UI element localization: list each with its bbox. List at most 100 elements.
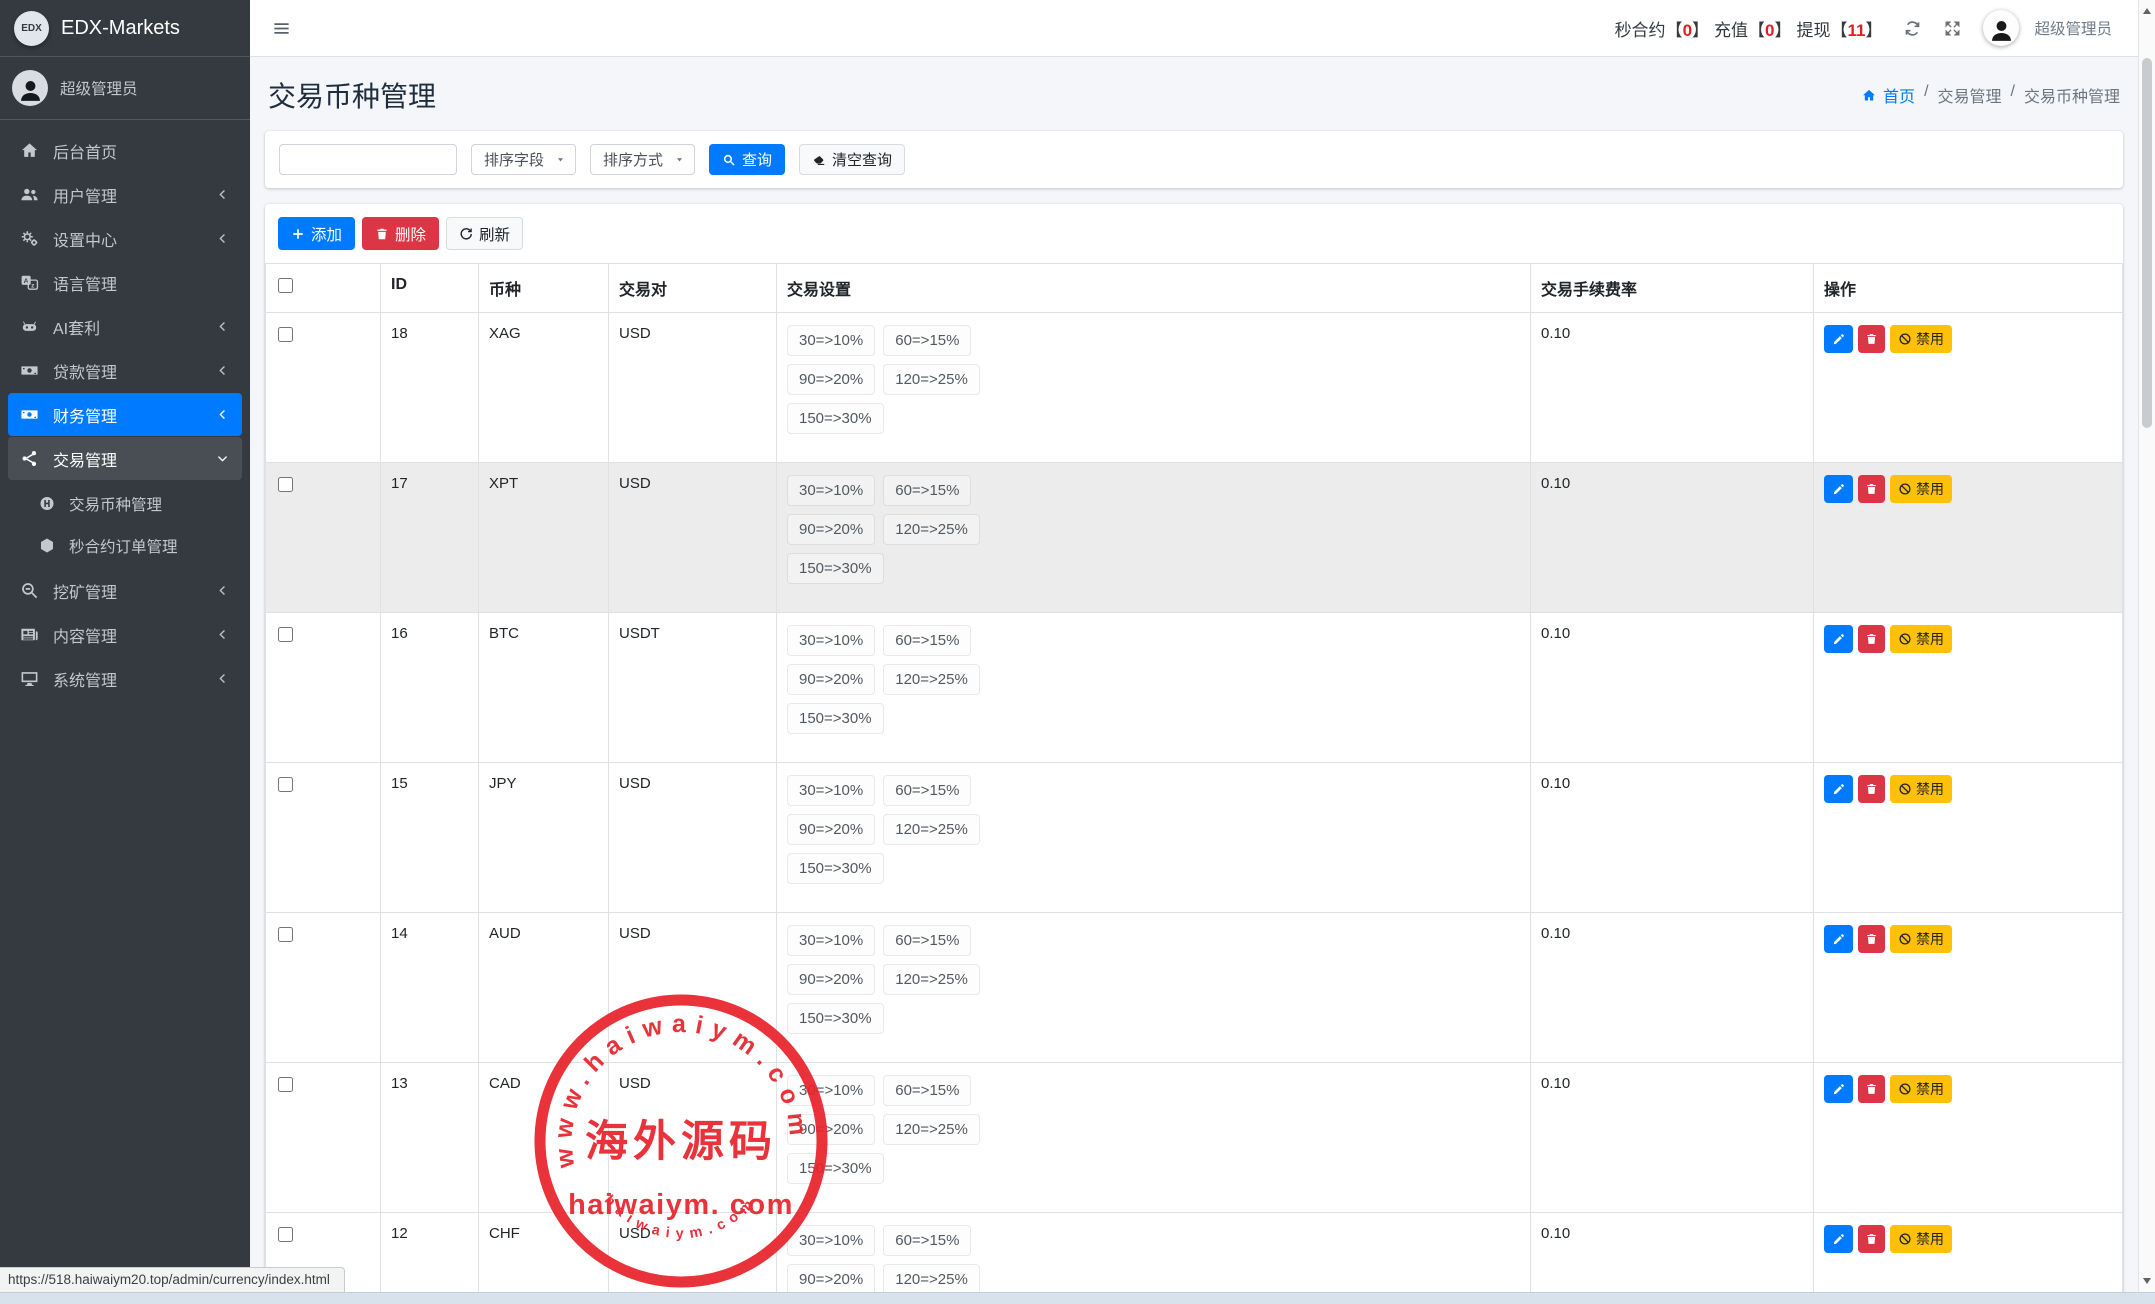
trade-setting-pill[interactable]: 60=>15%: [883, 925, 971, 956]
sidebar-item[interactable]: 财务管理: [8, 393, 242, 436]
row-checkbox[interactable]: [278, 1227, 293, 1242]
trade-setting-pill[interactable]: 30=>10%: [787, 1075, 875, 1106]
edit-button[interactable]: [1824, 475, 1853, 503]
trade-setting-pill[interactable]: 120=>25%: [883, 964, 980, 995]
trade-setting-pill[interactable]: 90=>20%: [787, 664, 875, 695]
breadcrumb-home-link[interactable]: 首页: [1861, 83, 1915, 107]
row-checkbox[interactable]: [278, 627, 293, 642]
sidebar-item[interactable]: 系统管理: [8, 657, 242, 700]
trade-setting-pill[interactable]: 60=>15%: [883, 1075, 971, 1106]
navbar-avatar[interactable]: [1983, 10, 2019, 46]
trade-setting-pill[interactable]: 30=>10%: [787, 925, 875, 956]
row-checkbox[interactable]: [278, 477, 293, 492]
edit-button[interactable]: [1824, 625, 1853, 653]
sidebar-item[interactable]: 贷款管理: [8, 349, 242, 392]
row-actions: 禁用: [1824, 925, 2112, 953]
sidebar-item[interactable]: 用户管理: [8, 173, 242, 216]
trade-setting-pill[interactable]: 90=>20%: [787, 364, 875, 395]
disable-button[interactable]: 禁用: [1890, 475, 1952, 503]
scroll-down-arrow[interactable]: [2143, 1278, 2151, 1284]
trade-setting-pill[interactable]: 30=>10%: [787, 1225, 875, 1256]
sidebar-subitem[interactable]: 交易币种管理: [8, 483, 242, 524]
trade-setting-pill[interactable]: 90=>20%: [787, 814, 875, 845]
trade-setting-pill[interactable]: 90=>20%: [787, 1264, 875, 1292]
trade-setting-pill[interactable]: 90=>20%: [787, 1114, 875, 1145]
trade-setting-pill[interactable]: 90=>20%: [787, 514, 875, 545]
brand[interactable]: EDX EDX-Markets: [0, 0, 250, 57]
trade-setting-pill[interactable]: 30=>10%: [787, 475, 875, 506]
horizontal-scrollbar[interactable]: [0, 1292, 2155, 1304]
trade-setting-pill[interactable]: 60=>15%: [883, 775, 971, 806]
trade-setting-pill[interactable]: 150=>30%: [787, 1003, 884, 1034]
sidebar-item[interactable]: 交易管理: [8, 437, 242, 480]
trade-setting-pill[interactable]: 120=>25%: [883, 664, 980, 695]
trade-setting-pill[interactable]: 150=>30%: [787, 1153, 884, 1184]
row-checkbox[interactable]: [278, 327, 293, 342]
delete-row-button[interactable]: [1858, 925, 1885, 953]
disable-button[interactable]: 禁用: [1890, 1225, 1952, 1253]
ban-icon: [1898, 632, 1912, 646]
trade-setting-pill[interactable]: 60=>15%: [883, 1225, 971, 1256]
disable-button[interactable]: 禁用: [1890, 1075, 1952, 1103]
scroll-up-arrow[interactable]: [2143, 8, 2151, 14]
sort-order-select[interactable]: 排序方式: [590, 144, 695, 175]
scrollbar-thumb[interactable]: [2142, 58, 2152, 428]
menu-toggle-icon[interactable]: [272, 19, 291, 38]
sidebar-item[interactable]: AI套利: [8, 305, 242, 348]
edit-button[interactable]: [1824, 1225, 1853, 1253]
navbar-stats[interactable]: 秒合约【0】充值【0】提现【11】: [1615, 16, 1883, 41]
clear-search-button[interactable]: 清空查询: [799, 144, 905, 175]
delete-row-button[interactable]: [1858, 1075, 1885, 1103]
sidebar-item[interactable]: 挖矿管理: [8, 569, 242, 612]
trade-setting-pill[interactable]: 90=>20%: [787, 964, 875, 995]
sort-field-select[interactable]: 排序字段: [471, 144, 576, 175]
row-checkbox[interactable]: [278, 1077, 293, 1092]
edit-button[interactable]: [1824, 925, 1853, 953]
disable-button[interactable]: 禁用: [1890, 325, 1952, 353]
trade-setting-pill[interactable]: 150=>30%: [787, 853, 884, 884]
disable-button[interactable]: 禁用: [1890, 625, 1952, 653]
delete-row-button[interactable]: [1858, 475, 1885, 503]
delete-row-button[interactable]: [1858, 325, 1885, 353]
trade-setting-pill[interactable]: 150=>30%: [787, 553, 884, 584]
sidebar-item[interactable]: 内容管理: [8, 613, 242, 656]
search-input[interactable]: [279, 144, 457, 175]
edit-button[interactable]: [1824, 775, 1853, 803]
sidebar-item[interactable]: Az语言管理: [8, 261, 242, 304]
edit-button[interactable]: [1824, 325, 1853, 353]
sidebar-subitem[interactable]: 秒合约订单管理: [8, 525, 242, 566]
trade-setting-pill[interactable]: 150=>30%: [787, 403, 884, 434]
trade-setting-pill[interactable]: 60=>15%: [883, 475, 971, 506]
delete-row-button[interactable]: [1858, 625, 1885, 653]
search-button[interactable]: 查询: [709, 144, 785, 175]
sidebar-item[interactable]: 设置中心: [8, 217, 242, 260]
add-button[interactable]: 添加: [278, 217, 355, 250]
delete-row-button[interactable]: [1858, 1225, 1885, 1253]
refresh-button[interactable]: 刷新: [446, 217, 523, 250]
trade-setting-pill[interactable]: 120=>25%: [883, 814, 980, 845]
navbar-user-name[interactable]: 超级管理员: [2034, 17, 2112, 39]
vertical-scrollbar[interactable]: [2138, 0, 2155, 1292]
trade-setting-pill[interactable]: 120=>25%: [883, 1264, 980, 1292]
trade-setting-pill[interactable]: 120=>25%: [883, 1114, 980, 1145]
trade-setting-pill[interactable]: 60=>15%: [883, 625, 971, 656]
trade-setting-pill[interactable]: 120=>25%: [883, 514, 980, 545]
delete-row-button[interactable]: [1858, 775, 1885, 803]
row-checkbox[interactable]: [278, 927, 293, 942]
trade-setting-pill[interactable]: 30=>10%: [787, 775, 875, 806]
row-checkbox[interactable]: [278, 777, 293, 792]
trade-setting-pill[interactable]: 60=>15%: [883, 325, 971, 356]
sidebar-item[interactable]: 后台首页: [8, 129, 242, 172]
trade-setting-pill[interactable]: 150=>30%: [787, 703, 884, 734]
trade-setting-pill[interactable]: 120=>25%: [883, 364, 980, 395]
refresh-icon[interactable]: [1903, 19, 1922, 38]
trade-setting-pill[interactable]: 30=>10%: [787, 325, 875, 356]
select-all-checkbox[interactable]: [278, 278, 293, 293]
trade-setting-pill[interactable]: 30=>10%: [787, 625, 875, 656]
delete-button[interactable]: 删除: [362, 217, 439, 250]
disable-button[interactable]: 禁用: [1890, 925, 1952, 953]
edit-button[interactable]: [1824, 1075, 1853, 1103]
fullscreen-icon[interactable]: [1943, 19, 1962, 38]
disable-button[interactable]: 禁用: [1890, 775, 1952, 803]
ban-icon: [1898, 782, 1912, 796]
